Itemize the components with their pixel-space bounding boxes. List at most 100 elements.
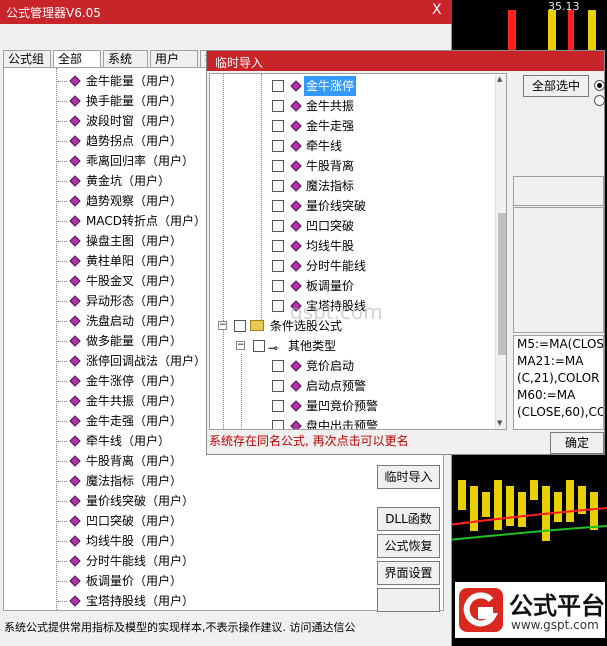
- item-checkbox[interactable]: [272, 260, 284, 272]
- tree-branch: [57, 221, 67, 222]
- import-tree[interactable]: 金牛涨停 金牛共振 金牛走强 牵牛线牛股背离魔法指标 量价线突破 凹口突破 均线牛股 分时牛能…: [209, 73, 507, 430]
- ui-settings-button[interactable]: 界面设置: [377, 561, 440, 585]
- tab-system[interactable]: 系统: [103, 50, 148, 67]
- import-item[interactable]: 凹口突破: [210, 216, 495, 236]
- item-checkbox[interactable]: [272, 160, 284, 172]
- radio-option-1[interactable]: [594, 80, 605, 91]
- tree-item[interactable]: 均线牛股（用户）: [4, 531, 434, 551]
- tree-item-label: 量价线突破（用户）: [86, 494, 195, 508]
- close-icon[interactable]: X: [432, 2, 442, 18]
- formula-icon: [69, 515, 81, 527]
- dialog-warning-message: 系统存在同名公式, 再次点击可以更名: [209, 434, 409, 448]
- select-all-button[interactable]: 全部选中: [523, 75, 589, 97]
- logo-url: www.gspt.com: [511, 618, 599, 632]
- import-item-label: 启动点预警: [306, 379, 367, 393]
- item-checkbox[interactable]: [272, 240, 284, 252]
- subfolder-label: 其他类型: [288, 339, 337, 353]
- tree-item[interactable]: 凹口突破（用户）: [4, 511, 434, 531]
- tree-item-label: 牛股背离（用户）: [86, 454, 183, 468]
- import-item[interactable]: 板调量价: [210, 276, 495, 296]
- import-item[interactable]: 魔法指标: [210, 176, 495, 196]
- chart-candle: [458, 480, 466, 510]
- dll-function-button[interactable]: DLL函数: [377, 507, 440, 531]
- tree-subfolder-row[interactable]: − ⊸ 其他类型: [210, 336, 495, 356]
- tree-branch: [57, 461, 67, 462]
- subfolder-checkbox[interactable]: [253, 340, 265, 352]
- item-checkbox[interactable]: [272, 400, 284, 412]
- item-checkbox[interactable]: [272, 420, 284, 429]
- logo-text: 公式平台: [509, 592, 605, 620]
- import-item-label: 盘中出击预警: [306, 419, 379, 430]
- formula-icon: [290, 120, 302, 132]
- formula-restore-button[interactable]: 公式恢复: [377, 534, 440, 558]
- tree-item[interactable]: 魔法指标（用户）: [4, 471, 434, 491]
- tree-item-label: 乖离回归率（用户）: [86, 154, 195, 168]
- tab-all[interactable]: 全部: [53, 50, 101, 67]
- item-checkbox[interactable]: [272, 80, 284, 92]
- import-item[interactable]: 金牛走强: [210, 116, 495, 136]
- tree-item[interactable]: 分时牛能线（用户）: [4, 551, 434, 571]
- tree-item[interactable]: 板调量价（用户）: [4, 571, 434, 591]
- formula-icon: [290, 220, 302, 232]
- formula-icon: [290, 260, 302, 272]
- item-checkbox[interactable]: [272, 120, 284, 132]
- tree-item-label: 魔法指标（用户）: [86, 474, 183, 488]
- item-checkbox[interactable]: [272, 180, 284, 192]
- sub-import-item[interactable]: 盘中出击预警: [210, 416, 495, 430]
- scroll-thumb[interactable]: [498, 213, 506, 355]
- item-checkbox[interactable]: [272, 380, 284, 392]
- folder-checkbox[interactable]: [234, 320, 246, 332]
- tree-branch: [57, 201, 67, 202]
- sub-import-item[interactable]: 竞价启动: [210, 356, 495, 376]
- chart-candle: [506, 486, 514, 526]
- tab-formula-group[interactable]: 公式组: [3, 50, 51, 67]
- tree-item-label: 趋势观察（用户）: [86, 194, 183, 208]
- dialog-tree-scrollbar[interactable]: ▲ ▼: [495, 75, 506, 429]
- collapse-icon[interactable]: −: [218, 321, 227, 330]
- formula-icon: [69, 175, 81, 187]
- tree-item-label: 黄金坑（用户）: [86, 174, 171, 188]
- chart-candle: [530, 480, 538, 500]
- tree-branch: [57, 161, 67, 162]
- tab-user[interactable]: 用户: [150, 50, 198, 67]
- tree-item-label: 分时牛能线（用户）: [86, 554, 195, 568]
- item-checkbox[interactable]: [272, 280, 284, 292]
- ok-button[interactable]: 确定: [550, 432, 604, 454]
- import-item[interactable]: 均线牛股: [210, 236, 495, 256]
- scroll-up-icon[interactable]: ▲: [497, 75, 502, 83]
- item-checkbox[interactable]: [272, 200, 284, 212]
- import-item-label: 金牛涨停: [304, 76, 357, 96]
- tree-item[interactable]: 宝塔持股线（用户）: [4, 591, 434, 610]
- radio-option-2[interactable]: [594, 95, 605, 106]
- formula-icon: [69, 535, 81, 547]
- import-item[interactable]: 金牛共振: [210, 96, 495, 116]
- import-item-label: 牛股背离: [306, 159, 355, 173]
- tree-item-label: 金牛涨停（用户）: [86, 374, 183, 388]
- sub-import-item[interactable]: 量凹竞价预警: [210, 396, 495, 416]
- import-item[interactable]: 金牛涨停: [210, 76, 495, 96]
- import-item-label: 竞价启动: [306, 359, 355, 373]
- collapse-icon[interactable]: −: [236, 341, 245, 350]
- tree-branch: [57, 301, 67, 302]
- chart-candle: [518, 492, 526, 527]
- import-item[interactable]: 量价线突破: [210, 196, 495, 216]
- formula-icon: [290, 240, 302, 252]
- tree-item[interactable]: 量价线突破（用户）: [4, 491, 434, 511]
- chart-candle: [554, 492, 562, 522]
- item-checkbox[interactable]: [272, 100, 284, 112]
- item-checkbox[interactable]: [272, 220, 284, 232]
- item-checkbox[interactable]: [272, 300, 284, 312]
- import-item[interactable]: 牛股背离: [210, 156, 495, 176]
- scroll-down-icon[interactable]: ▼: [497, 419, 502, 427]
- formula-icon: [69, 375, 81, 387]
- formula-icon: [290, 160, 302, 172]
- extra-button[interactable]: [377, 588, 440, 612]
- sub-import-item[interactable]: 启动点预警: [210, 376, 495, 396]
- temp-import-button[interactable]: 临时导入: [377, 465, 440, 489]
- import-item[interactable]: 分时牛能线: [210, 256, 495, 276]
- key-icon: ⊸: [268, 341, 279, 355]
- tree-branch: [57, 101, 67, 102]
- item-checkbox[interactable]: [272, 360, 284, 372]
- import-item[interactable]: 牵牛线: [210, 136, 495, 156]
- item-checkbox[interactable]: [272, 140, 284, 152]
